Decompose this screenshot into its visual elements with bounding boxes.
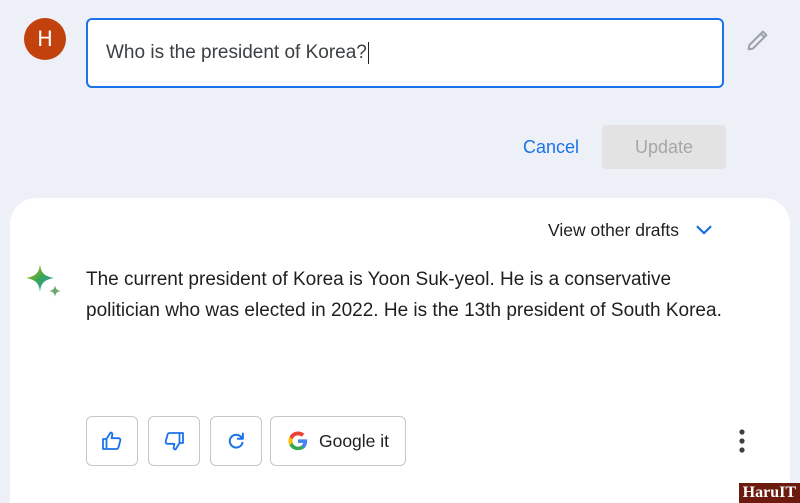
regenerate-button[interactable] [210, 416, 262, 466]
thumbs-up-button[interactable] [86, 416, 138, 466]
chevron-down-icon [696, 225, 712, 235]
pencil-icon[interactable] [744, 26, 772, 54]
google-it-label: Google it [318, 430, 390, 451]
user-avatar: H [24, 18, 66, 60]
google-it-button[interactable]: Google it [270, 416, 406, 466]
prompt-text: Who is the president of Korea? [106, 42, 367, 63]
update-button[interactable]: Update [602, 125, 726, 169]
thumbs-up-icon [102, 431, 122, 450]
text-caret [367, 41, 369, 64]
google-icon [288, 431, 308, 451]
more-vert-icon[interactable] [728, 425, 756, 457]
thumbs-down-icon [164, 432, 184, 451]
prompt-edit-box[interactable]: Who is the president of Korea? [86, 18, 724, 88]
view-other-drafts-toggle[interactable]: View other drafts [548, 215, 715, 245]
regenerate-icon [228, 432, 244, 449]
cancel-button[interactable]: Cancel [505, 125, 597, 169]
thumbs-down-button[interactable] [148, 416, 200, 466]
watermark: HaruIT [738, 483, 800, 503]
response-text: The current president of Korea is Yoon S… [86, 269, 722, 321]
prompt-input[interactable]: Who is the president of Korea? [106, 41, 369, 64]
sparkle-icon [24, 262, 66, 304]
drafts-label: View other drafts [548, 219, 679, 240]
